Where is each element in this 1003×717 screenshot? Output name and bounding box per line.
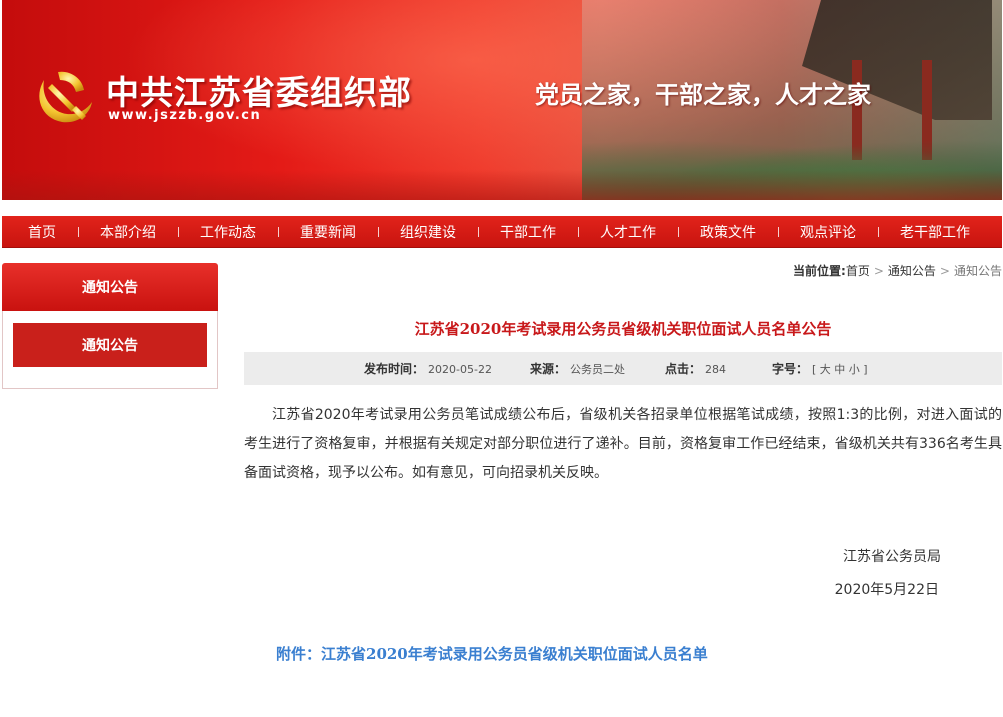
- meta-fontsize-label: 字号：: [772, 362, 809, 376]
- breadcrumb-link-home[interactable]: 首页: [846, 264, 870, 278]
- nav-item-work-news[interactable]: 工作动态: [200, 222, 300, 242]
- meta-clicks-value: 284: [705, 363, 727, 376]
- nav-separator: [178, 227, 179, 237]
- meta-publish-label: 发布时间：: [364, 362, 425, 376]
- nav-separator: [578, 227, 579, 237]
- sidebar-item-notices[interactable]: 通知公告: [13, 323, 207, 367]
- nav-separator: [78, 227, 79, 237]
- meta-source-value: 公务员二处: [570, 363, 626, 376]
- article-title: 江苏省2020年考试录用公务员省级机关职位面试人员名单公告: [414, 320, 832, 338]
- article-meta-bar: 发布时间： 2020-05-22 来源： 公务员二处 点击： 284 字号：[ 大 中…: [244, 352, 1002, 385]
- party-emblem-icon: [39, 71, 92, 123]
- site-slogan: 党员之家，干部之家，人才之家: [535, 81, 871, 109]
- nav-item-label[interactable]: 人才工作: [600, 222, 656, 242]
- meta-font-size: 字号：[ 大 中 小 ]: [772, 360, 868, 377]
- chevron-right-icon: >: [939, 264, 950, 278]
- meta-publish-time: 发布时间： 2020-05-22: [364, 360, 492, 377]
- sidebar-menu: 通知公告: [2, 311, 218, 389]
- meta-source-label: 来源：: [530, 362, 567, 376]
- nav-item-label[interactable]: 干部工作: [500, 222, 556, 242]
- nav-separator: [478, 227, 479, 237]
- nav-item-label[interactable]: 老干部工作: [900, 222, 970, 242]
- main-nav: 首页 本部介绍 工作动态 重要新闻 组织建设 干部工作 人才工作 政策文件 观点…: [2, 216, 1002, 248]
- nav-item-opinion[interactable]: 观点评论: [800, 222, 900, 242]
- article-body: 江苏省2020年考试录用公务员笔试成绩公布后，省级机关各招录单位根据笔试成绩，按…: [244, 407, 1002, 481]
- nav-item-label[interactable]: 观点评论: [800, 222, 856, 242]
- font-size-switcher[interactable]: [ 大 中 小 ]: [812, 363, 868, 376]
- meta-publish-value: 2020-05-22: [428, 363, 492, 376]
- attachment-link[interactable]: 附件：江苏省2020年考试录用公务员省级机关职位面试人员名单: [276, 643, 708, 664]
- meta-clicks: 点击： 284: [665, 360, 726, 377]
- breadcrumb-link-notices[interactable]: 通知公告: [888, 264, 936, 278]
- breadcrumb-current: 通知公告: [953, 264, 1002, 278]
- nav-item-important-news[interactable]: 重要新闻: [300, 222, 400, 242]
- nav-item-label[interactable]: 工作动态: [200, 222, 256, 242]
- nav-item-retired-cadres[interactable]: 老干部工作: [900, 222, 970, 242]
- nav-item-policy[interactable]: 政策文件: [700, 222, 800, 242]
- nav-separator: [278, 227, 279, 237]
- meta-source: 来源： 公务员二处: [530, 360, 625, 377]
- article-signature: 江苏省公务员局: [843, 549, 941, 565]
- nav-item-label[interactable]: 本部介绍: [100, 222, 156, 242]
- site-url: www.jszzb.gov.cn: [108, 108, 262, 123]
- article-date: 2020年5月22日: [834, 582, 939, 598]
- site-banner: 中共江苏省委组织部 www.jszzb.gov.cn 党员之家，干部之家，人才之…: [2, 0, 1002, 200]
- nav-item-label[interactable]: 组织建设: [400, 222, 456, 242]
- nav-separator: [378, 227, 379, 237]
- site-title: 中共江苏省委组织部: [106, 73, 412, 112]
- nav-item-label[interactable]: 首页: [28, 222, 56, 242]
- nav-item-cadre-work[interactable]: 干部工作: [500, 222, 600, 242]
- nav-item-talent-work[interactable]: 人才工作: [600, 222, 700, 242]
- nav-item-about[interactable]: 本部介绍: [100, 222, 200, 242]
- nav-item-label[interactable]: 重要新闻: [300, 222, 356, 242]
- breadcrumb-label: 当前位置:: [793, 264, 846, 278]
- nav-separator: [678, 227, 679, 237]
- meta-clicks-label: 点击：: [665, 362, 702, 376]
- nav-separator: [878, 227, 879, 237]
- nav-separator: [778, 227, 779, 237]
- nav-item-organization[interactable]: 组织建设: [400, 222, 500, 242]
- sidebar-heading: 通知公告: [2, 263, 218, 311]
- chevron-right-icon: >: [873, 264, 884, 278]
- breadcrumb: 当前位置:首页 > 通知公告 > 通知公告: [793, 262, 1002, 279]
- nav-item-home[interactable]: 首页: [28, 222, 100, 242]
- nav-item-label[interactable]: 政策文件: [700, 222, 756, 242]
- banner-bottom-fade: [2, 170, 1002, 200]
